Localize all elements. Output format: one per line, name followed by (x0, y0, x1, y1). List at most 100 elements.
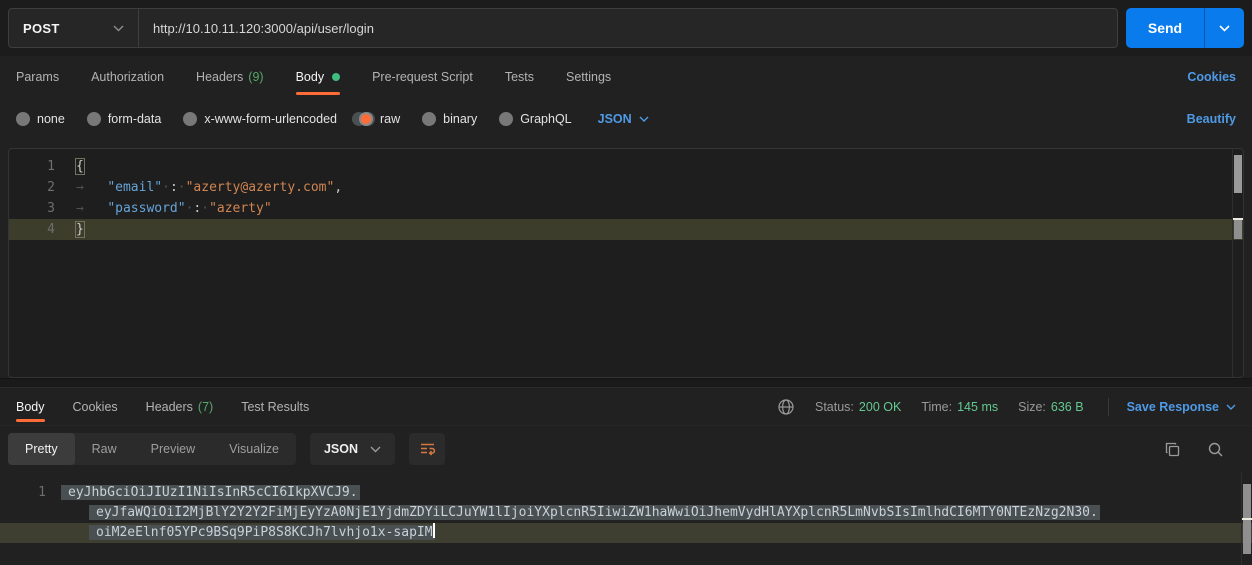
api-client-window: POST Send Params Authorization Headers (9) B… (0, 0, 1252, 565)
body-type-graphql[interactable]: GraphQL (499, 112, 571, 126)
scrollbar-thumb[interactable] (1234, 155, 1242, 193)
code-token: { (76, 159, 84, 174)
method-selector[interactable]: POST (9, 9, 139, 47)
body-type-label: binary (443, 112, 477, 126)
tab-count: (9) (248, 70, 263, 84)
status-value: 200 OK (859, 400, 901, 414)
tab-label: Cookies (73, 400, 118, 414)
response-tab-headers[interactable]: Headers(7) (146, 388, 214, 425)
time-value: 145 ms (957, 400, 998, 414)
status-pair: Status: 200 OK (815, 400, 901, 414)
network-globe-icon[interactable] (777, 398, 795, 416)
body-type-label: x-www-form-urlencoded (204, 112, 337, 126)
panel-resize-handle[interactable] (0, 378, 1252, 388)
search-icon (1207, 441, 1224, 458)
request-tab-authorization[interactable]: Authorization (91, 56, 164, 98)
cookies-link[interactable]: Cookies (1187, 56, 1236, 98)
beautify-link[interactable]: Beautify (1187, 112, 1236, 126)
tab-label: Headers (146, 400, 193, 414)
editor-scrollbar[interactable] (1232, 149, 1243, 377)
editor-line[interactable]: 4} (9, 219, 1243, 240)
view-tab-raw[interactable]: Raw (75, 433, 134, 465)
scrollbar-cursor-mark (1242, 518, 1252, 520)
send-options-button[interactable] (1204, 8, 1244, 48)
chevron-down-icon (370, 446, 381, 453)
editor-line[interactable]: 1{ (9, 156, 1243, 177)
body-type-row: none form-data x-www-form-urlencoded raw bin… (0, 98, 1252, 140)
response-token-text: eyJhbGciOiJIUzI1NiIsInR5cCI6IkpXVCJ9. (68, 485, 358, 500)
response-line[interactable]: eyJfaWQiOiI2MjBlY2Y2Y2FiMjEyYzA0NjE1Yjdm… (0, 503, 1252, 523)
wrap-lines-button[interactable] (409, 433, 445, 465)
line-number (0, 503, 46, 523)
request-body-editor[interactable]: 1{2→ "email"·:·"azerty@azerty.com",3→ "p… (8, 148, 1244, 378)
view-tab-visualize[interactable]: Visualize (212, 433, 296, 465)
body-type-raw[interactable]: raw (359, 112, 400, 126)
url-input[interactable] (139, 9, 1117, 47)
response-language-selector[interactable]: JSON (310, 433, 395, 465)
line-code[interactable]: } (55, 219, 84, 240)
line-code[interactable]: { (55, 156, 84, 177)
editor-line[interactable]: 3→ "password"·:·"azerty" (9, 198, 1243, 219)
response-tab-body[interactable]: Body (16, 388, 45, 425)
time-pair: Time: 145 ms (921, 400, 998, 414)
response-body-viewer[interactable]: 1eyJhbGciOiJIUzI1NiIsInR5cCI6IkpXVCJ9.ey… (0, 472, 1252, 565)
request-tab-tests[interactable]: Tests (505, 56, 534, 98)
line-code[interactable]: oiM2eElnf05YPc9BSq9PiP8S8KCJh7lvhjo1x-sa… (46, 523, 435, 543)
chevron-down-icon (639, 116, 649, 122)
send-button[interactable]: Send (1126, 8, 1204, 48)
response-line[interactable]: 1eyJhbGciOiJIUzI1NiIsInR5cCI6IkpXVCJ9. (0, 483, 1252, 503)
request-tab-pre-request-script[interactable]: Pre-request Script (372, 56, 473, 98)
line-code[interactable]: eyJhbGciOiJIUzI1NiIsInR5cCI6IkpXVCJ9. (46, 483, 358, 503)
size-value: 636 B (1051, 400, 1084, 414)
response-tab-cookies[interactable]: Cookies (73, 388, 118, 425)
response-scrollbar[interactable] (1241, 472, 1252, 565)
divider (1108, 398, 1109, 416)
line-number (0, 523, 46, 543)
tab-label: Pre-request Script (372, 70, 473, 84)
body-type-form-data[interactable]: form-data (87, 112, 162, 126)
tab-label: Headers (196, 70, 243, 84)
radio-icon (359, 112, 373, 126)
body-language-selector[interactable]: JSON (598, 112, 649, 126)
radio-icon (16, 112, 30, 126)
response-tabs: Body Cookies Headers(7) Test Results Status… (0, 388, 1252, 426)
body-type-none[interactable]: none (16, 112, 65, 126)
body-type-label: raw (380, 112, 400, 126)
code-token: "email" (107, 180, 162, 195)
copy-icon (1164, 441, 1181, 458)
response-line[interactable]: oiM2eElnf05YPc9BSq9PiP8S8KCJh7lvhjo1x-sa… (0, 523, 1252, 543)
request-tab-body[interactable]: Body (296, 56, 341, 98)
save-response-button[interactable]: Save Response (1127, 400, 1236, 414)
body-type-binary[interactable]: binary (422, 112, 477, 126)
modified-indicator-icon (332, 73, 340, 81)
view-tab-preview[interactable]: Preview (134, 433, 212, 465)
response-tab-test-results[interactable]: Test Results (241, 388, 309, 425)
code-token: · (162, 180, 170, 195)
search-response-button[interactable] (1207, 441, 1224, 458)
url-control: POST (8, 8, 1118, 48)
chevron-down-icon (113, 25, 124, 32)
line-code[interactable]: eyJfaWQiOiI2MjBlY2Y2Y2FiMjEyYzA0NjE1Yjdm… (46, 503, 1098, 523)
method-label: POST (23, 21, 60, 36)
request-tab-headers[interactable]: Headers (9) (196, 56, 264, 98)
status-label: Status: (815, 400, 854, 414)
body-type-x-www-form-urlencoded[interactable]: x-www-form-urlencoded (183, 112, 337, 126)
request-tab-settings[interactable]: Settings (566, 56, 611, 98)
request-tab-params[interactable]: Params (16, 56, 59, 98)
code-token: "azerty" (209, 201, 272, 216)
code-token: "password" (107, 201, 185, 216)
line-code[interactable]: → "email"·:·"azerty@azerty.com", (55, 177, 342, 198)
send-button-group: Send (1126, 8, 1244, 48)
radio-icon (183, 112, 197, 126)
body-type-label: form-data (108, 112, 162, 126)
response-view-switcher: PrettyRawPreviewVisualize (8, 433, 296, 465)
copy-response-button[interactable] (1164, 441, 1181, 458)
line-number: 3 (9, 198, 55, 219)
tab-label: Test Results (241, 400, 309, 414)
view-tab-pretty[interactable]: Pretty (8, 433, 75, 465)
wrap-lines-icon (419, 441, 436, 457)
line-code[interactable]: → "password"·:·"azerty" (55, 198, 272, 219)
chevron-down-icon (1219, 25, 1230, 32)
editor-line[interactable]: 2→ "email"·:·"azerty@azerty.com", (9, 177, 1243, 198)
tab-label: Params (16, 70, 59, 84)
